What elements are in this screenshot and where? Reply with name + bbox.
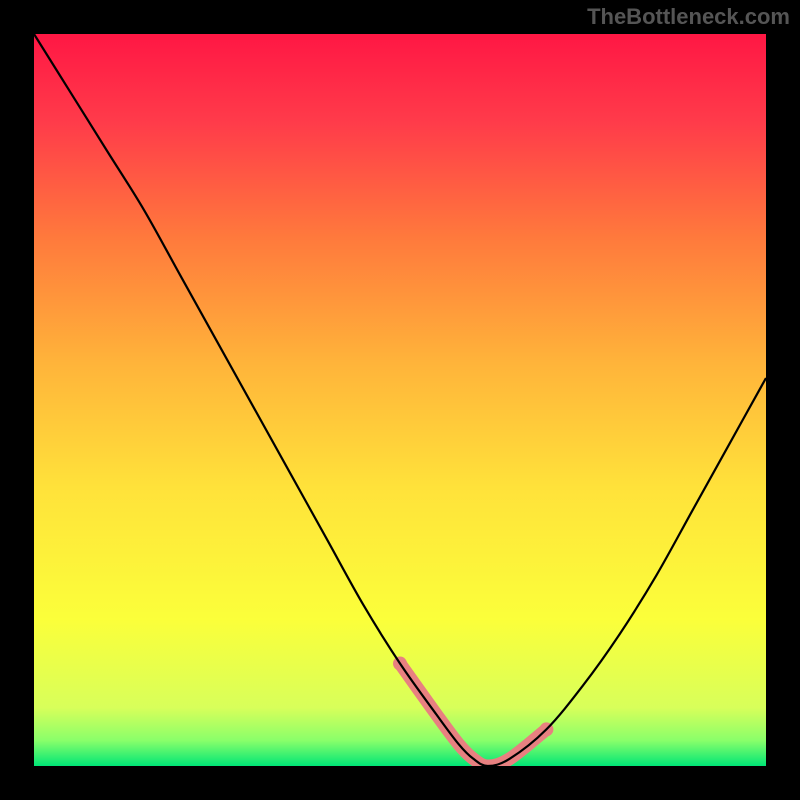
watermark-text: TheBottleneck.com (587, 4, 790, 30)
chart-plot-area (34, 34, 766, 766)
chart-background-gradient (34, 34, 766, 766)
